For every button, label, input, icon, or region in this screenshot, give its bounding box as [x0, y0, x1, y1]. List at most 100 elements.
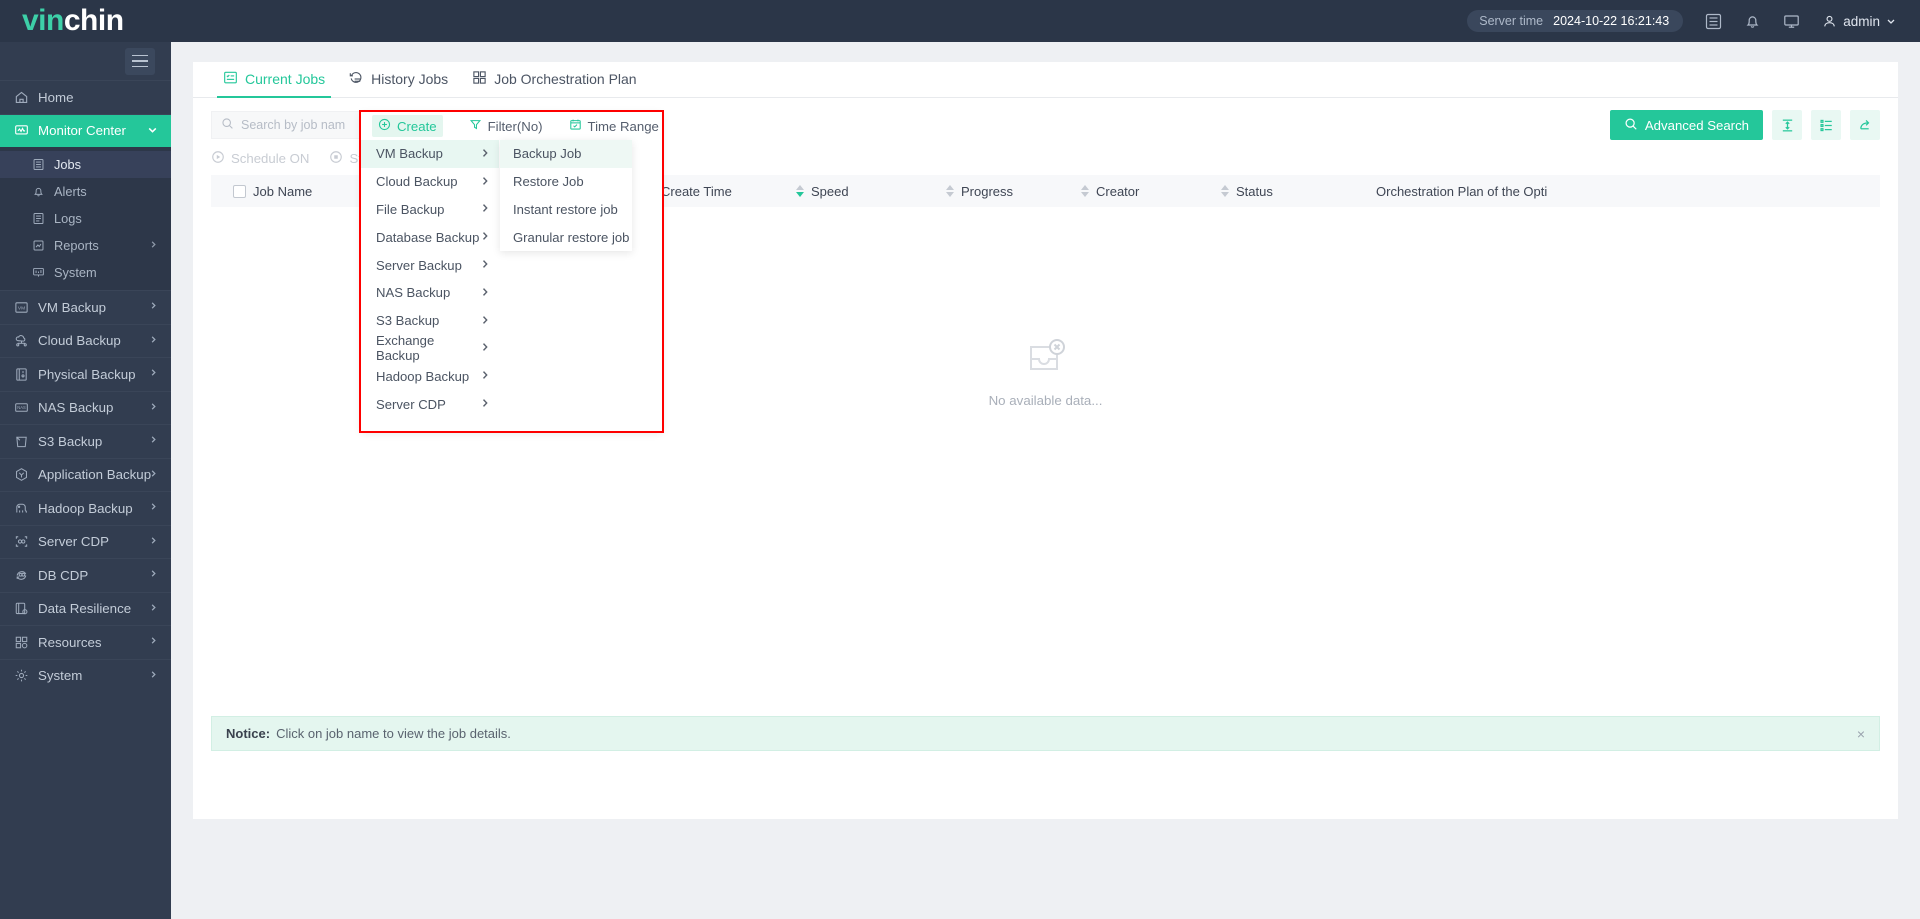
submenu-item-label: Granular restore job [513, 229, 630, 245]
select-all-checkbox[interactable] [233, 184, 246, 198]
sidebar-item-s3-backup[interactable]: S3 Backup [0, 424, 171, 458]
sidebar-item-physical-backup[interactable]: Physical Backup [0, 357, 171, 391]
schedule-on-button[interactable]: Schedule ON [211, 150, 309, 167]
menu-item-label: S3 Backup [376, 313, 440, 329]
menu-item-label: Cloud Backup [376, 174, 458, 190]
tab-job-orchestration-plan[interactable]: Job Orchestration Plan [460, 70, 648, 97]
create-button[interactable]: Create [372, 115, 443, 137]
chevron-right-icon [149, 502, 158, 514]
notice-bar: Notice: Click on job name to view the jo… [211, 716, 1880, 751]
menu-item-vm-backup[interactable]: VM Backup [361, 140, 499, 168]
logo-part-1: vin [22, 4, 64, 37]
submenu-item-backup-job[interactable]: Backup Job [500, 140, 632, 168]
collapse-rows-icon[interactable] [1772, 110, 1802, 140]
bell-icon[interactable] [1744, 13, 1761, 30]
sidebar-toggle-row [0, 42, 171, 80]
sidebar-item-home[interactable]: Home [0, 80, 171, 114]
sidebar-item-label: Server CDP [38, 534, 109, 550]
menu-item-label: Exchange Backup [376, 333, 435, 364]
submenu-item-restore-job[interactable]: Restore Job [500, 168, 632, 196]
filter-button[interactable]: Filter(No) [469, 118, 543, 134]
chevron-right-icon [149, 670, 158, 682]
menu-item-server-backup[interactable]: Server Backup [361, 251, 499, 279]
sidebar-item-jobs[interactable]: Jobs [0, 151, 171, 178]
chevron-right-icon [480, 258, 490, 272]
sidebar-item-server-cdp[interactable]: Server CDP [0, 524, 171, 559]
sidebar-item-reports[interactable]: Reports [0, 232, 171, 259]
chevron-right-icon [480, 147, 490, 161]
sidebar-item-nas-backup[interactable]: NAS NAS Backup [0, 390, 171, 425]
sidebar-item-label: DB CDP [38, 567, 89, 583]
menu-item-file-backup[interactable]: File Backup [361, 196, 499, 224]
list-icon[interactable] [1705, 13, 1722, 30]
sidebar-item-label: Alerts [54, 184, 87, 199]
export-icon[interactable] [1850, 110, 1880, 140]
sort-toggle[interactable] [1221, 185, 1229, 197]
sort-toggle[interactable] [796, 185, 804, 197]
svg-text:VM: VM [18, 305, 25, 311]
submenu-item-label: Backup Job [513, 146, 582, 162]
close-icon[interactable]: × [1857, 726, 1865, 742]
menu-item-s3-backup[interactable]: S3 Backup [361, 307, 499, 335]
sidebar-item-resources[interactable]: Resources [0, 625, 171, 659]
column-creator[interactable]: Creator [1081, 184, 1221, 199]
menu-item-exchange-backup[interactable]: Exchange Backup [361, 333, 499, 364]
notice-label: Notice: [226, 726, 271, 741]
chevron-right-icon [149, 335, 158, 347]
monitor-icon[interactable] [1783, 13, 1800, 30]
submenu-item-label: Instant restore job [513, 201, 618, 217]
menu-item-cloud-backup[interactable]: Cloud Backup [361, 168, 499, 196]
column-settings-icon[interactable] [1811, 110, 1841, 140]
server-time-value: 2024-10-22 16:21:43 [1553, 14, 1670, 28]
menu-item-label: File Backup [376, 201, 445, 217]
chevron-right-icon [149, 301, 158, 313]
sidebar-item-cloud-backup[interactable]: Cloud Backup [0, 323, 171, 358]
app-logo[interactable]: vinchin [0, 0, 210, 42]
sidebar-item-vm-backup[interactable]: VM VM Backup [0, 290, 171, 324]
elephant-icon [14, 501, 38, 516]
sidebar-item-label: S3 Backup [38, 433, 103, 449]
sidebar-item-alerts[interactable]: Alerts [0, 178, 171, 205]
menu-item-hadoop-backup[interactable]: Hadoop Backup [361, 362, 499, 390]
sidebar-submenu: Jobs Alerts Logs Reports System [0, 147, 171, 290]
column-orchestration-plan[interactable]: Orchestration Plan of the Opti [1376, 184, 1606, 199]
sidebar-item-system-monitor[interactable]: System [0, 259, 171, 286]
home-icon [14, 90, 38, 105]
tab-current-jobs[interactable]: Current Jobs [211, 70, 337, 98]
column-progress[interactable]: Progress [946, 184, 1081, 199]
sidebar-item-system[interactable]: System [0, 658, 171, 693]
menu-item-server-cdp[interactable]: Server CDP [361, 390, 499, 418]
submenu-item-granular-restore-job[interactable]: Granular restore job [500, 223, 632, 251]
chevron-right-icon [480, 397, 490, 411]
column-label: Speed [811, 183, 849, 199]
time-range-button[interactable]: Time Range [569, 118, 659, 134]
no-data-icon [1023, 337, 1069, 382]
sort-toggle[interactable] [946, 185, 954, 197]
sidebar-item-hadoop-backup[interactable]: Hadoop Backup [0, 491, 171, 525]
sidebar-item-data-resilience[interactable]: Data Resilience [0, 591, 171, 626]
sidebar-item-logs[interactable]: Logs [0, 205, 171, 232]
column-speed[interactable]: Speed [796, 184, 946, 199]
system-monitor-icon [32, 266, 54, 279]
sidebar-item-application-backup[interactable]: Application Backup [0, 457, 171, 492]
advanced-search-button[interactable]: Advanced Search [1609, 110, 1763, 140]
chevron-right-icon [149, 603, 158, 615]
cdp-icon [14, 534, 38, 549]
menu-item-database-backup[interactable]: Database Backup [361, 223, 499, 251]
column-status[interactable]: Status [1221, 184, 1376, 199]
action-label: Schedule ON [231, 151, 310, 166]
db-cdp-icon [14, 568, 38, 583]
menu-item-nas-backup[interactable]: NAS Backup [361, 279, 499, 307]
chevron-right-icon [149, 469, 158, 481]
sidebar-item-monitor-center[interactable]: Monitor Center [0, 113, 171, 147]
tab-bar: Current Jobs History Jobs Job Orchestrat… [193, 62, 1898, 98]
column-create-time[interactable]: Create Time [646, 184, 796, 199]
user-menu[interactable]: admin [1822, 14, 1896, 29]
tab-history-jobs[interactable]: History Jobs [337, 70, 460, 97]
sidebar-item-db-cdp[interactable]: DB CDP [0, 558, 171, 592]
hexagon-icon [14, 467, 38, 482]
sort-toggle[interactable] [1081, 185, 1089, 197]
hamburger-icon[interactable] [125, 47, 155, 75]
column-label: Create Time [661, 183, 732, 199]
submenu-item-instant-restore-job[interactable]: Instant restore job [500, 196, 632, 224]
